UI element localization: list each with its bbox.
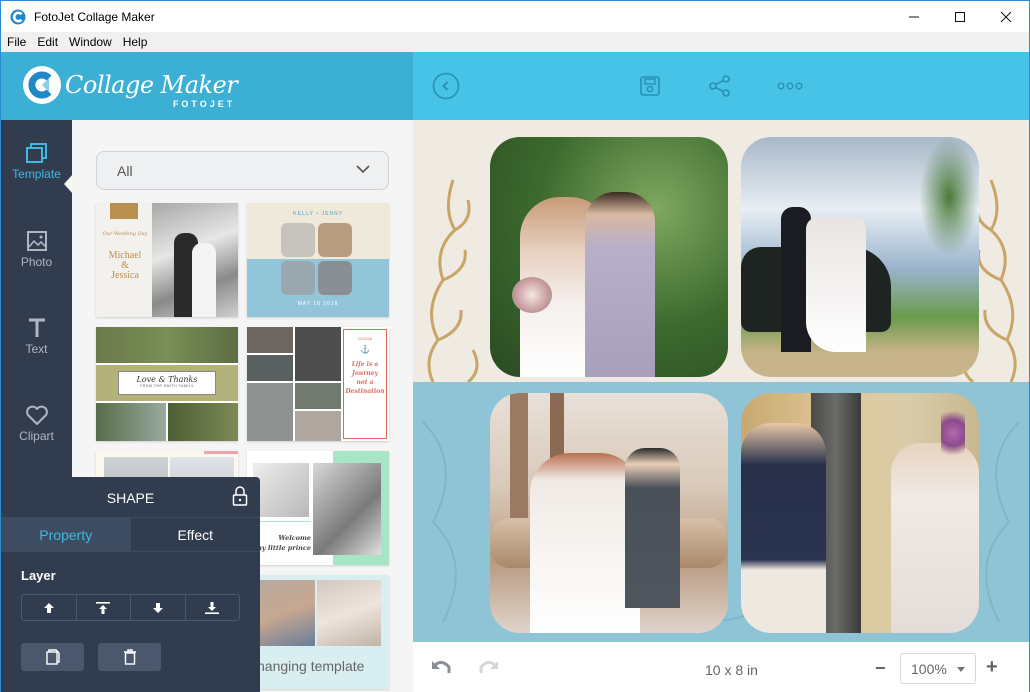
lock-button[interactable] — [232, 486, 248, 511]
tab-effect[interactable]: Effect — [131, 518, 261, 551]
thumb-text: Journey — [351, 370, 379, 377]
menu-edit[interactable]: Edit — [31, 35, 63, 49]
redo-icon — [479, 660, 498, 673]
template-thumbnail[interactable]: 12/2018 ⚓ Life is a Journey not a Destin… — [247, 327, 389, 441]
shape-tabs: Property Effect — [1, 517, 260, 552]
bottom-bar: 10 x 8 in − 100% + — [413, 642, 1029, 692]
collage-canvas[interactable] — [413, 120, 1029, 642]
layer-label: Layer — [21, 568, 56, 583]
thumb-text: JENNY — [321, 211, 344, 217]
sidebar-label-template: Template — [12, 167, 61, 181]
back-button[interactable] — [431, 71, 461, 101]
zoom-in-button[interactable]: + — [986, 656, 998, 679]
category-value: All — [117, 162, 133, 179]
app-window: FotoJet Collage Maker File Edit Window H… — [0, 0, 1030, 692]
maximize-button[interactable] — [937, 1, 983, 32]
thumb-text: KELLY — [292, 211, 314, 217]
window-title: FotoJet Collage Maker — [34, 9, 155, 24]
sidebar-label-text: Text — [25, 342, 48, 356]
duplicate-button[interactable] — [21, 643, 84, 671]
thumb-text: not a — [356, 379, 374, 386]
bring-to-front-button[interactable] — [77, 595, 131, 620]
send-backward-button[interactable] — [131, 595, 186, 620]
category-dropdown[interactable]: All — [96, 151, 389, 190]
shape-panel: SHAPE Property Effect Layer — [1, 477, 260, 692]
sidebar-item-template[interactable]: Template — [1, 142, 73, 212]
thumb-text: Jessica — [111, 270, 139, 281]
thumb-text: Love & Thanks — [136, 375, 198, 384]
save-button[interactable] — [635, 71, 665, 101]
template-thumbnail[interactable]: Welcome my little prince — [247, 451, 389, 565]
thumb-text: Life is a — [351, 361, 379, 368]
shape-panel-title: SHAPE — [106, 490, 155, 506]
menu-help[interactable]: Help — [117, 35, 153, 49]
sidebar-item-text[interactable]: Text — [1, 317, 72, 387]
arrow-to-bottom-icon — [205, 601, 220, 614]
trash-icon — [123, 649, 136, 665]
save-icon — [640, 76, 660, 96]
photo-slot-couple-on-log[interactable] — [490, 393, 728, 633]
undo-icon — [432, 660, 451, 673]
arrow-to-top-icon — [96, 601, 111, 614]
minimize-button[interactable] — [891, 1, 937, 32]
template-thumbnail[interactable]: Our Wedding Day Michael & Jessica — [96, 203, 238, 317]
zoom-value: 100% — [911, 660, 947, 677]
template-thumbnail[interactable]: KELLY • JENNY MAY 18 2018 — [247, 203, 389, 317]
bring-forward-button[interactable] — [22, 595, 77, 620]
share-icon — [709, 75, 730, 97]
delete-button[interactable] — [98, 643, 161, 671]
caret-down-icon — [957, 667, 965, 672]
template-thumbnail[interactable]: Love & Thanks FROM THE SMITH FAMILY — [96, 327, 238, 441]
panel-hint-text: hanging template — [257, 658, 365, 674]
back-circle-icon — [432, 72, 460, 100]
zoom-dropdown[interactable]: 100% — [900, 653, 976, 684]
arrow-down-icon — [152, 602, 163, 613]
chevron-down-icon — [356, 165, 370, 174]
undo-button[interactable] — [431, 659, 453, 680]
more-button[interactable] — [775, 71, 805, 101]
title-bar: FotoJet Collage Maker — [1, 1, 1029, 32]
menu-file[interactable]: File — [1, 35, 31, 49]
text-icon — [28, 318, 45, 337]
photo-slot-couple-in-ivy[interactable] — [490, 137, 728, 377]
close-icon — [1000, 11, 1012, 22]
heart-icon — [25, 405, 48, 425]
maximize-icon — [955, 11, 965, 22]
menu-window[interactable]: Window — [63, 35, 117, 49]
sidebar-label-clipart: Clipart — [19, 429, 54, 443]
photo-slot-couple-with-book-swing[interactable] — [741, 393, 979, 633]
photo-icon — [26, 231, 47, 251]
arrow-up-icon — [43, 602, 54, 613]
logo-c-icon — [23, 66, 61, 104]
thumb-text: Destination — [345, 388, 385, 395]
logo-title: Collage Maker — [65, 71, 238, 99]
minimize-icon — [909, 16, 919, 17]
canvas-size-label: 10 x 8 in — [705, 662, 758, 678]
header-logo-area: Collage Maker FOTOJET — [1, 52, 413, 120]
sidebar-item-clipart[interactable]: Clipart — [1, 404, 72, 474]
top-toolbar — [413, 52, 1029, 120]
thumb-text: Our Wedding Day — [102, 231, 148, 237]
thumb-text: FROM THE SMITH FAMILY — [140, 384, 194, 388]
logo-subtitle: FOTOJET — [172, 99, 236, 109]
template-icon — [25, 143, 47, 163]
thumb-text: MAY 18 2018 — [297, 301, 339, 307]
lock-icon — [232, 486, 248, 506]
photo-slot-couple-with-vintage-car[interactable] — [741, 137, 979, 377]
menu-bar: File Edit Window Help — [1, 32, 1029, 52]
close-button[interactable] — [983, 1, 1029, 32]
thumb-text: 12/2018 — [357, 336, 373, 341]
tab-property[interactable]: Property — [1, 518, 131, 551]
app-logo-icon — [10, 9, 26, 24]
send-to-back-button[interactable] — [186, 595, 240, 620]
layer-buttons — [21, 594, 240, 621]
zoom-out-button[interactable]: − — [875, 658, 886, 679]
share-button[interactable] — [705, 71, 735, 101]
redo-button[interactable] — [477, 659, 499, 680]
more-dots-icon — [777, 82, 803, 90]
app-logo: Collage Maker FOTOJET — [23, 66, 238, 109]
sidebar-label-photo: Photo — [20, 255, 53, 269]
copy-icon — [45, 649, 60, 665]
sidebar-item-photo[interactable]: Photo — [1, 230, 72, 300]
